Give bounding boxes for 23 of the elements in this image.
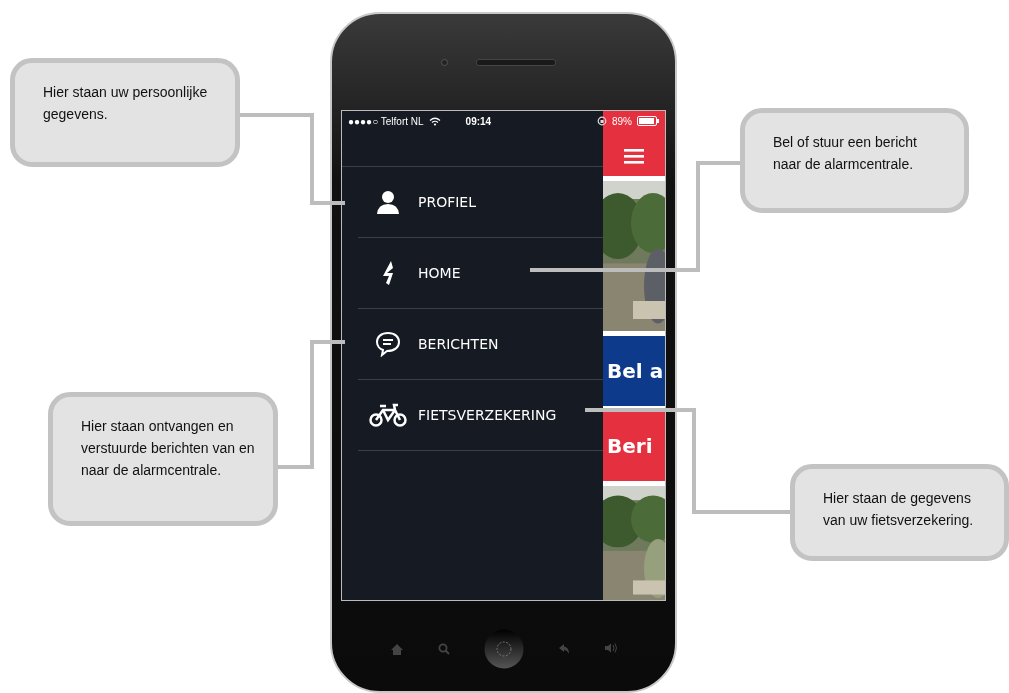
clock-text: 09:14 bbox=[465, 115, 492, 127]
menu-icon[interactable] bbox=[624, 148, 644, 164]
banner: Beri bbox=[603, 411, 665, 481]
chat-bubble-icon bbox=[375, 331, 401, 357]
callout-text: Bel of stuur een bericht naar de alarmcentrale. bbox=[773, 133, 918, 174]
callout-text: Hier staan ontvangen en verstuurde berichten van en naar de alarmcentrale. bbox=[81, 417, 255, 480]
carrier-text: ●●●●○ Telfort NL bbox=[348, 115, 424, 127]
banner: Bel a bbox=[603, 336, 665, 406]
battery-text: 89% bbox=[612, 115, 632, 127]
rotation-lock-icon bbox=[597, 116, 607, 126]
bicycle-icon bbox=[369, 403, 407, 427]
lightning-icon bbox=[382, 260, 394, 286]
search-icon bbox=[437, 643, 450, 655]
wifi-icon bbox=[428, 116, 441, 126]
callout-text: Hier staan de gegevens van uw fietsverzekering. bbox=[823, 489, 975, 530]
callout-text: Hier staan uw persoonlijke gegevens. bbox=[43, 83, 209, 124]
back-arrow-icon bbox=[557, 643, 570, 655]
speaker-icon bbox=[603, 643, 618, 653]
battery-icon bbox=[637, 116, 659, 126]
person-icon bbox=[376, 189, 400, 215]
home-button[interactable] bbox=[483, 629, 524, 669]
camera-dot bbox=[441, 58, 448, 66]
home-icon bbox=[389, 643, 404, 656]
